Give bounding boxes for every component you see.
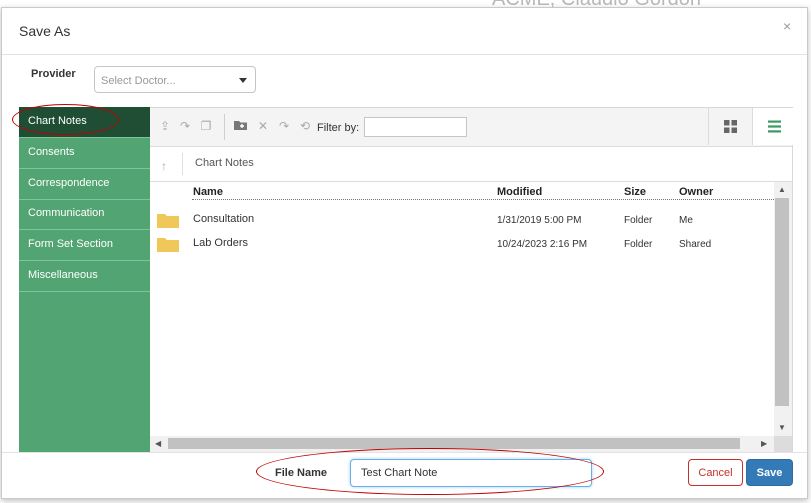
column-header-modified[interactable]: Modified (497, 186, 542, 198)
file-name-label: File Name (275, 467, 327, 479)
provider-select[interactable]: Select Doctor... (94, 66, 256, 93)
sidebar-item-form-set-section[interactable]: Form Set Section (19, 230, 150, 261)
sidebar-item-consents[interactable]: Consents (19, 138, 150, 169)
dialog-title: Save As (19, 23, 71, 39)
folder-icon (157, 238, 179, 252)
close-icon[interactable]: × (783, 18, 791, 34)
grid-view-button[interactable] (708, 108, 753, 145)
horizontal-scrollbar[interactable]: ◀ ▶ (150, 436, 774, 452)
sidebar-item-label: Form Set Section (28, 238, 113, 250)
sidebar-item-miscellaneous[interactable]: Miscellaneous (19, 261, 150, 292)
sidebar-item-label: Communication (28, 207, 105, 219)
vertical-scroll-thumb[interactable] (775, 198, 789, 406)
up-arrow-icon[interactable]: ↑ (161, 159, 167, 173)
breadcrumb: ↑ Chart Notes (150, 147, 792, 182)
refresh-icon[interactable]: ⟲ (298, 119, 312, 133)
upload-icon[interactable]: ⇪ (158, 119, 172, 133)
scroll-down-arrow-icon[interactable]: ▼ (778, 423, 786, 432)
toolbar-divider (224, 114, 225, 140)
file-name-input[interactable] (350, 459, 592, 487)
provider-placeholder: Select Doctor... (101, 75, 176, 87)
horizontal-scroll-thumb[interactable] (168, 438, 740, 449)
file-owner-cell: Me (679, 215, 693, 226)
file-modified-cell: 1/31/2019 5:00 PM (497, 215, 582, 226)
redo-icon[interactable]: ↷ (178, 119, 192, 133)
sidebar-item-label: Correspondence (28, 177, 110, 189)
save-as-dialog: Save As × Provider Select Doctor... Char… (1, 7, 808, 499)
file-modified-cell: 10/24/2023 2:16 PM (497, 239, 588, 250)
sidebar-item-communication[interactable]: Communication (19, 199, 150, 230)
chevron-down-icon (239, 78, 247, 83)
column-header-owner[interactable]: Owner (679, 186, 713, 198)
scroll-right-arrow-icon[interactable]: ▶ (761, 439, 767, 448)
provider-label: Provider (31, 68, 76, 80)
file-manager: ⇪ ↷ ❐ ✕ ↷ ⟲ Filter by: ↑ Chart Notes Nam… (150, 107, 793, 452)
file-name-cell: Consultation (193, 213, 255, 225)
cancel-button[interactable]: Cancel (688, 459, 743, 486)
copy-icon[interactable]: ❐ (199, 119, 213, 133)
category-sidebar: Chart Notes Consents Correspondence Comm… (19, 107, 150, 452)
column-header-size[interactable]: Size (624, 186, 646, 198)
folder-icon (157, 214, 179, 228)
header-divider (192, 199, 774, 200)
sidebar-item-label: Chart Notes (28, 115, 87, 127)
scroll-left-arrow-icon[interactable]: ◀ (155, 439, 161, 448)
sidebar-item-chart-notes[interactable]: Chart Notes (19, 107, 150, 138)
sidebar-item-label: Consents (28, 146, 75, 158)
breadcrumb-item[interactable]: Chart Notes (195, 157, 254, 169)
delete-icon[interactable]: ✕ (256, 119, 270, 133)
table-row[interactable]: Lab Orders 10/24/2023 2:16 PM Folder Sha… (150, 231, 774, 255)
vertical-scrollbar[interactable]: ▲ ▼ (774, 182, 792, 436)
table-row[interactable]: Consultation 1/31/2019 5:00 PM Folder Me (150, 207, 774, 231)
file-name-cell: Lab Orders (193, 237, 249, 249)
sidebar-item-label: Miscellaneous (28, 269, 98, 281)
list-view-button[interactable] (752, 108, 793, 145)
grid-view-icon (724, 120, 737, 133)
file-size-cell: Folder (624, 239, 653, 250)
scroll-up-arrow-icon[interactable]: ▲ (778, 185, 786, 194)
dialog-header: Save As × (2, 8, 807, 55)
save-button[interactable]: Save (746, 459, 793, 486)
filter-input[interactable] (364, 117, 467, 137)
breadcrumb-divider (182, 153, 183, 175)
forward-icon[interactable]: ↷ (277, 119, 291, 133)
filter-label: Filter by: (317, 122, 360, 134)
sidebar-item-correspondence[interactable]: Correspondence (19, 169, 150, 200)
column-header-name[interactable]: Name (193, 186, 223, 198)
new-folder-icon[interactable] (234, 119, 248, 133)
file-owner-cell: Shared (679, 239, 712, 250)
scrollbar-corner (774, 436, 792, 452)
list-view-icon (768, 120, 781, 133)
file-toolbar: ⇪ ↷ ❐ ✕ ↷ ⟲ Filter by: (150, 108, 793, 147)
file-size-cell: Folder (624, 215, 653, 226)
